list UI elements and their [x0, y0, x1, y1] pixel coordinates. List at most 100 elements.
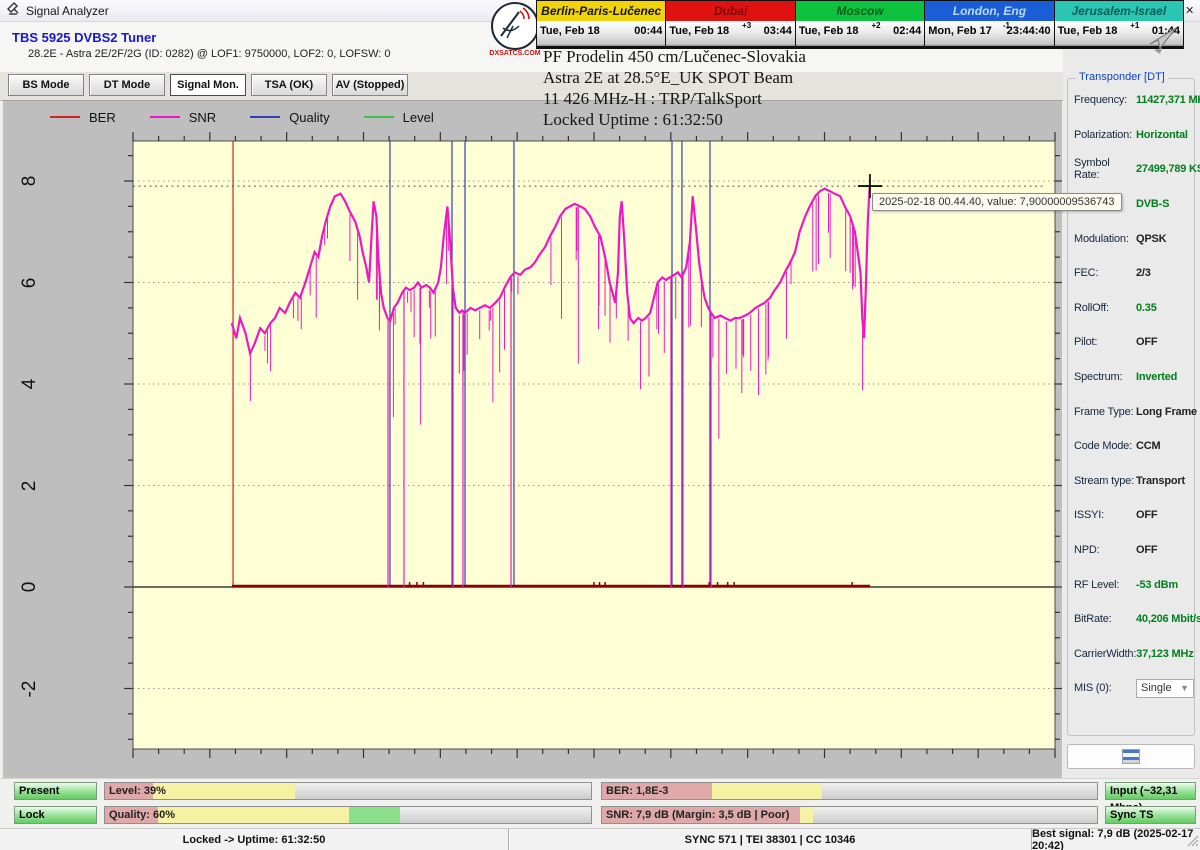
level-meter: Level: 39% — [104, 782, 592, 800]
tuner-title: TBS 5925 DVBS2 Tuner — [12, 30, 156, 45]
feed-info-line: Locked Uptime : 61:32:50 — [543, 109, 806, 130]
transponder-value: 2/3 — [1136, 267, 1151, 279]
tuner-subtitle: 28.2E - Astra 2E/2F/2G (ID: 0282) @ LOF1… — [28, 48, 391, 60]
mis-value: Single — [1141, 682, 1172, 694]
signal-analyzer-window: Signal Analyzer TBS 5925 DVBS2 Tuner 28.… — [0, 0, 1200, 850]
transponder-label: Polarization: — [1074, 129, 1136, 141]
transponder-row: Pilot:OFF — [1074, 325, 1194, 360]
transponder-row: Code Mode:CCM — [1074, 429, 1194, 464]
clock-time: 02:44 — [893, 25, 921, 37]
transponder-value: 11427,371 MHz — [1136, 94, 1200, 106]
transponder-row: Frequency:11427,371 MHz — [1074, 83, 1194, 118]
transponder-row: Frame Type:Long Frame — [1074, 394, 1194, 429]
transponder-value: Transport — [1136, 475, 1185, 487]
meter-label: BER: 1,8E-3 — [606, 783, 668, 800]
mouse-cursor-icon — [1146, 26, 1180, 61]
window-title: Signal Analyzer — [26, 4, 109, 18]
chevron-down-icon: ▼ — [1180, 683, 1189, 693]
mis-select[interactable]: Single ▼ — [1136, 679, 1194, 698]
transponder-row: Stream type:Transport — [1074, 464, 1194, 499]
transponder-label: NPD: — [1074, 544, 1136, 556]
clock-footer — [796, 43, 924, 46]
statusbar: Locked -> Uptime: 61:32:50 SYNC 571 | TE… — [0, 828, 1200, 850]
y-tick-label: 6 — [19, 277, 41, 288]
clock-date: Tue, Feb 18 — [540, 25, 600, 37]
stream-list-icon — [1122, 749, 1140, 764]
dish-icon — [491, 2, 539, 50]
clock-city-label: Jerusalem-Israel — [1055, 1, 1183, 21]
transponder-value: Horizontal — [1136, 129, 1188, 141]
transponder-label: Spectrum: — [1074, 371, 1136, 383]
meter-label: SNR: 7,9 dB (Margin: 3,5 dB | Poor) — [606, 807, 789, 824]
clock-date: Tue, Feb 18 — [799, 25, 859, 37]
transponder-label: ISSYI: — [1074, 509, 1136, 521]
transponder-label: RF Level: — [1074, 579, 1136, 591]
y-tick-label: 0 — [19, 582, 41, 593]
input-badge: Input (~32,31 Mbps) — [1105, 782, 1196, 800]
transponder-row: Symbol Rate:27499,789 KS/s — [1074, 152, 1194, 187]
feed-info-line: 11 426 MHz-H : TRP/TalkSport — [543, 88, 806, 109]
meter-segment — [800, 807, 812, 823]
clock-moscow: MoscowTue, Feb 18+202:44 — [796, 1, 925, 48]
present-badge: Present — [14, 782, 97, 800]
mis-row: MIS (0): Single ▼ — [1074, 671, 1194, 706]
ber-meter: BER: 1,8E-3 — [601, 782, 1098, 800]
meter-label: Level: 39% — [109, 783, 166, 800]
clock-utc-offset: +3 — [742, 21, 751, 30]
clock-date: Tue, Feb 18 — [669, 25, 729, 37]
chart-tooltip: 2025-02-18 00.44.40, value: 7,9000000953… — [872, 193, 1122, 211]
y-tick-label: 4 — [19, 379, 41, 390]
transponder-label: Pilot: — [1074, 336, 1136, 348]
transponder-value: 40,206 Mbit/s — [1136, 613, 1200, 625]
transponder-row: Spectrum:Inverted — [1074, 360, 1194, 395]
clock-time: 23:44:40 — [1007, 25, 1051, 37]
statusbar-sync-counters: SYNC 571 | TEI 38301 | CC 10346 — [509, 829, 1032, 850]
clock-city-label: Moscow — [796, 1, 924, 21]
transponder-row: FEC:2/3 — [1074, 256, 1194, 291]
transponder-row: NPD:OFF — [1074, 533, 1194, 568]
transponder-value: Long Frame — [1136, 406, 1197, 418]
y-tick-label: 8 — [19, 176, 41, 187]
y-tick-label: 2 — [19, 480, 41, 491]
tab-bs-mode[interactable]: BS Mode — [8, 74, 84, 96]
transponder-group: Transponder [DT] Frequency:11427,371 MHz… — [1067, 78, 1195, 736]
clock-footer — [537, 43, 665, 46]
transponder-label: RollOff: — [1074, 302, 1136, 314]
transponder-value: OFF — [1136, 336, 1157, 348]
clock-utc-offset: +1 — [1130, 21, 1139, 30]
clocks-close-icon[interactable]: ✕ — [1185, 4, 1194, 17]
clock-city-label: London, Eng — [925, 1, 1053, 21]
clock-footer — [666, 43, 794, 46]
transponder-label: Frame Type: — [1074, 406, 1136, 418]
transponder-sidebar: Transponder [DT] Frequency:11427,371 MHz… — [1063, 22, 1200, 828]
clock-dubai: DubaiTue, Feb 18+303:44 — [666, 1, 795, 48]
meter-segment — [153, 783, 294, 799]
transponder-label: Modulation: — [1074, 233, 1136, 245]
mis-label: MIS (0): — [1074, 682, 1136, 694]
clock-berlin-paris-lu-enec: Berlin-Paris-Lučenec Tue, Feb 18 00:44 — [537, 1, 666, 48]
transponder-label: Symbol Rate: — [1074, 157, 1136, 181]
tab-tsa-ok-[interactable]: TSA (OK) — [251, 74, 327, 96]
snr-meter: SNR: 7,9 dB (Margin: 3,5 dB | Poor) — [601, 806, 1098, 824]
transponder-value: 37,123 MHz — [1136, 648, 1193, 660]
y-tick-label: -2 — [19, 680, 41, 697]
transponder-group-title: Transponder [DT] — [1076, 71, 1168, 83]
statusbar-lock-uptime: Locked -> Uptime: 61:32:50 — [0, 829, 509, 850]
tab-dt-mode[interactable]: DT Mode — [89, 74, 165, 96]
tab-av-stopped-[interactable]: AV (Stopped) — [332, 74, 408, 96]
clock-city-label: Dubai — [666, 1, 794, 21]
transponder-row: Polarization:Horizontal — [1074, 118, 1194, 153]
clock-london-eng: London, EngMon, Feb 17-123:44:40 — [925, 1, 1054, 48]
transponder-value: DVB-S — [1136, 198, 1169, 210]
stream-list-button[interactable] — [1067, 744, 1195, 769]
meter-label: Quality: 60% — [109, 807, 175, 824]
clock-time: 00:44 — [634, 25, 662, 37]
resize-grip[interactable] — [1186, 834, 1199, 850]
clock-footer — [925, 43, 1053, 46]
dxsatcs-logo: DXSATCS.COM — [489, 2, 541, 60]
tab-signal-mon-[interactable]: Signal Mon. — [170, 74, 246, 96]
clock-date: Mon, Feb 17 — [928, 25, 992, 37]
statusbar-best-signal: Best signal: 7,9 dB (2025-02-17 20:42) — [1032, 829, 1200, 850]
clock-time-row: Mon, Feb 17-123:44:40 — [925, 21, 1053, 43]
clock-city-label: Berlin-Paris-Lučenec — [537, 1, 665, 21]
